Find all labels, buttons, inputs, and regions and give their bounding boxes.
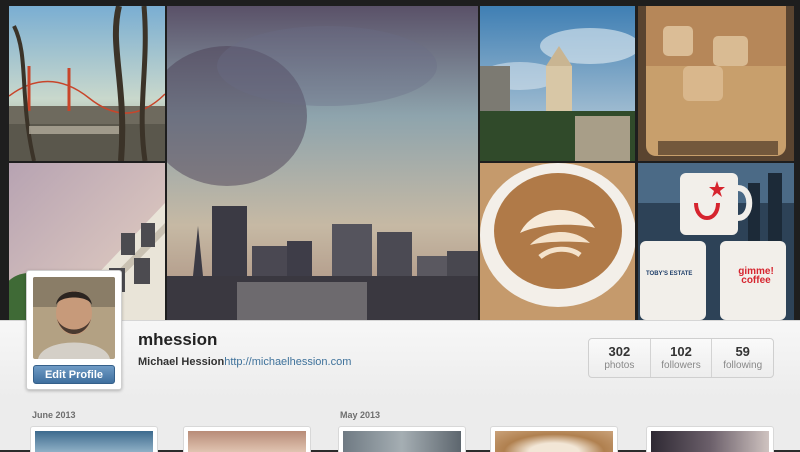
month-heading: May 2013 xyxy=(340,410,381,420)
avatar[interactable] xyxy=(33,277,115,359)
edit-profile-button[interactable]: Edit Profile xyxy=(33,365,115,384)
stat-photos-count: 302 xyxy=(608,344,631,359)
profile-website-link[interactable]: http://michaelhession.com xyxy=(224,356,351,368)
clock-tower-photo[interactable] xyxy=(480,6,635,161)
feed-thumbnail[interactable] xyxy=(183,426,311,452)
feed-thumbnail[interactable] xyxy=(30,426,158,452)
coffee-mugs-photo[interactable]: TOBY'S ESTATE gimme! coffee xyxy=(638,163,794,320)
profile-details: Michael Hessionhttp://michaelhession.com xyxy=(138,356,351,368)
profile-full-name: Michael Hession xyxy=(138,356,225,368)
stat-following-count: 59 xyxy=(735,344,750,359)
feed-thumbnail[interactable] xyxy=(338,426,466,452)
profile-username: mhession xyxy=(138,330,218,349)
feed-thumbnail[interactable] xyxy=(490,426,618,452)
stat-photos-label: photos xyxy=(604,360,635,371)
month-heading: June 2013 xyxy=(32,410,76,420)
avatar-card: Edit Profile xyxy=(26,270,122,390)
feed-thumbnail[interactable] xyxy=(646,426,774,452)
photo-feed: June 2013 May 2013 xyxy=(0,398,800,452)
golden-gate-bridge-photo[interactable] xyxy=(9,6,165,161)
mug-label-tobys-estate: TOBY'S ESTATE xyxy=(646,271,693,277)
stat-followers[interactable]: 102 followers xyxy=(649,339,712,377)
stat-followers-count: 102 xyxy=(670,344,692,359)
stat-followers-label: followers xyxy=(661,360,701,371)
city-skyline-sunset-photo[interactable] xyxy=(167,6,478,320)
iced-coffee-photo[interactable] xyxy=(638,6,794,161)
stat-photos[interactable]: 302 photos xyxy=(589,339,650,377)
latte-art-photo[interactable] xyxy=(480,163,635,320)
stat-following-label: following xyxy=(723,360,763,371)
mug-label-gimme-coffee: gimme! coffee xyxy=(738,266,774,286)
stat-following[interactable]: 59 following xyxy=(711,339,773,377)
profile-stats: 302 photos 102 followers 59 following xyxy=(588,338,774,378)
